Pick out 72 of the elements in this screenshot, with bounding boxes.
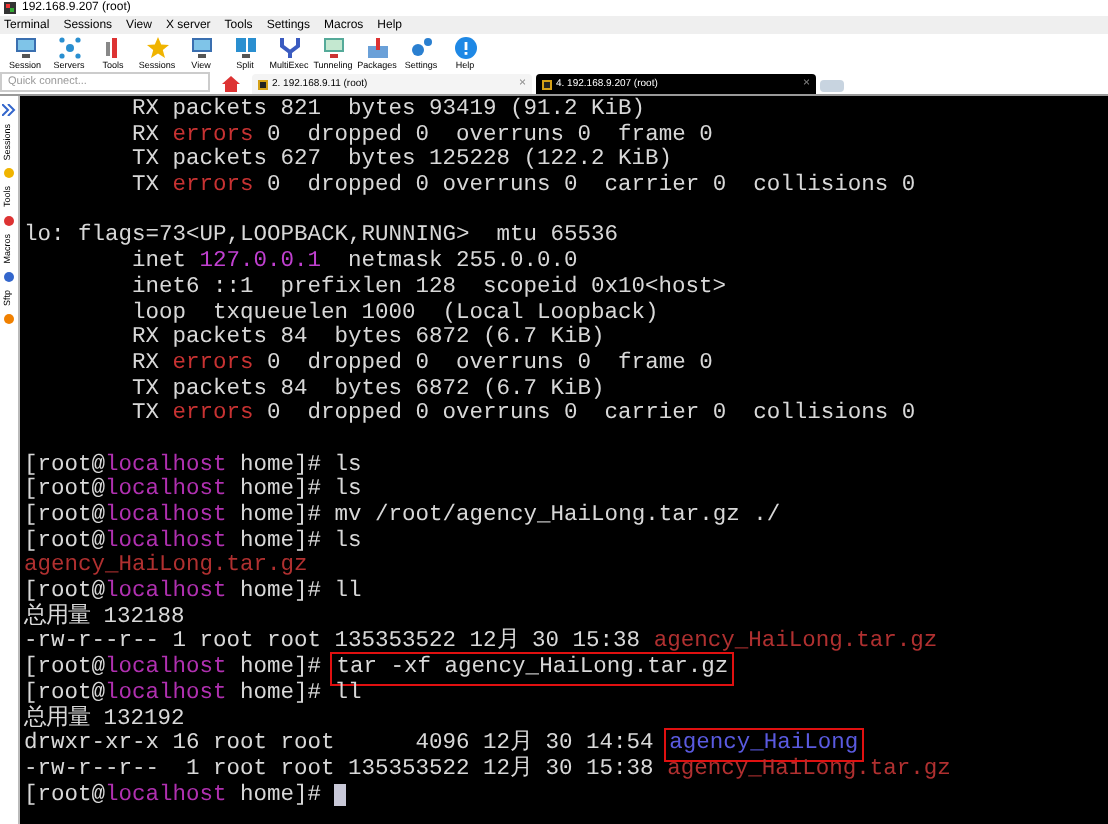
side-tab-icon xyxy=(4,271,14,282)
monitor-icon xyxy=(321,35,345,60)
terminal-text: [root@ xyxy=(24,529,106,554)
terminal-text: localhost xyxy=(105,681,227,708)
side-tab-icon xyxy=(4,215,14,226)
terminal-text: RX packets 821 bytes 93419 (91.2 KiB) xyxy=(130,98,646,123)
terminal-text: netmask 255.0.0.0 xyxy=(346,250,578,275)
home-icon[interactable] xyxy=(222,76,240,92)
terminal-text: RX xyxy=(130,123,162,149)
terminal-text: [root@ xyxy=(24,681,106,706)
terminal-text: errors xyxy=(172,174,254,200)
terminal-text: home]# xyxy=(238,656,324,681)
package-icon xyxy=(365,35,389,60)
side-tab-icon xyxy=(4,313,14,324)
monitor-icon xyxy=(13,35,37,60)
terminal-text: home]# ll xyxy=(238,580,362,606)
terminal-text: 127.0.0.1 xyxy=(199,250,322,275)
terminal-text: lo: flags=73<UP,LOOPBACK,RUNNING> mtu 65536 xyxy=(24,224,619,249)
app-icon xyxy=(4,2,16,14)
highlighted-text: tar -xf agency_HaiLong.tar.gz xyxy=(334,656,731,682)
terminal-text: 0 dropped 0 overruns 0 frame 0 xyxy=(265,351,713,377)
terminal-text: home]# ls xyxy=(240,529,362,554)
terminal-text: [root@ xyxy=(24,656,106,681)
terminal-text: home]# mv /root/agency_HaiLong.tar.gz ./ xyxy=(238,504,781,529)
terminal-text: agency_HaiLong.tar.gz xyxy=(653,630,938,655)
highlighted-text: agency_HaiLong xyxy=(667,732,861,758)
terminal-text: localhost xyxy=(105,478,227,503)
terminal-text: localhost xyxy=(105,656,227,681)
terminal-text: localhost xyxy=(105,783,227,809)
terminal-text: 总用量 132192 xyxy=(24,707,185,731)
terminal-text: agency_HaiLong.tar.gz xyxy=(24,554,308,579)
terminal-text: errors xyxy=(172,123,254,148)
terminal-text: [root@ xyxy=(24,504,106,529)
terminal-icon xyxy=(258,79,268,89)
fork-icon xyxy=(277,35,301,60)
terminal-text: localhost xyxy=(105,580,227,606)
terminal-text: [root@ xyxy=(24,783,106,809)
terminal-text: [root@ xyxy=(24,580,106,605)
terminal-text: 0 dropped 0 overruns 0 frame 0 xyxy=(265,123,713,148)
terminal-text: TX packets 84 bytes 6872 (6.7 KiB) xyxy=(130,377,605,402)
terminal-text: loop txqueuelen 1000 (Local Loopback) xyxy=(130,301,659,325)
terminal-text: inet6 ::1 prefixlen 128 scopeid 0x10<host> xyxy=(130,275,727,301)
network-icon xyxy=(57,35,81,60)
terminal-text: localhost xyxy=(105,529,227,554)
terminal-text: RX packets 84 bytes 6872 (6.7 KiB) xyxy=(130,326,605,351)
terminal-text: inet xyxy=(130,250,189,275)
terminal-text: [root@ xyxy=(24,453,106,478)
terminal-text: agency_HaiLong.tar.gz xyxy=(667,757,951,784)
terminal-text: [root@ xyxy=(24,478,106,503)
terminal-text: home]# ls xyxy=(238,478,362,503)
terminal-text: 总用量 132188 xyxy=(24,605,185,631)
terminal-text: errors xyxy=(172,351,254,377)
terminal-text: -rw-r--r-- 1 root root 135353522 12月 30 15:38 xyxy=(24,630,643,655)
terminal-text: localhost xyxy=(105,453,227,478)
terminal-text: -rw-r--r-- 1 root root 135353522 12月 30 15:38 xyxy=(24,757,656,783)
terminal-text: drwxr-xr-x 16 root root 4096 12月 30 14:54 xyxy=(24,732,656,757)
terminal-text: home]# ls xyxy=(238,453,362,478)
terminal-text: home]# ll xyxy=(238,681,362,708)
terminal-text: TX packets 627 bytes 125228 (122.2 KiB) xyxy=(130,148,673,173)
monitor-icon xyxy=(189,35,213,60)
expand-icon[interactable] xyxy=(2,104,16,116)
terminal-text: 0 dropped 0 overruns 0 carrier 0 collisions 0 xyxy=(265,402,916,428)
terminal-text: 0 dropped 0 overruns 0 carrier 0 collisions 0 xyxy=(265,174,916,200)
terminal-text: TX xyxy=(130,402,162,428)
terminal-text: home]# xyxy=(238,783,324,809)
terminal-text: TX xyxy=(130,174,162,200)
terminal-text: RX xyxy=(130,351,162,378)
terminal-icon xyxy=(542,79,552,89)
terminal-text: errors xyxy=(172,402,254,428)
terminal-text: localhost xyxy=(105,504,227,529)
star-icon xyxy=(145,35,169,60)
side-tab-icon xyxy=(4,168,14,179)
